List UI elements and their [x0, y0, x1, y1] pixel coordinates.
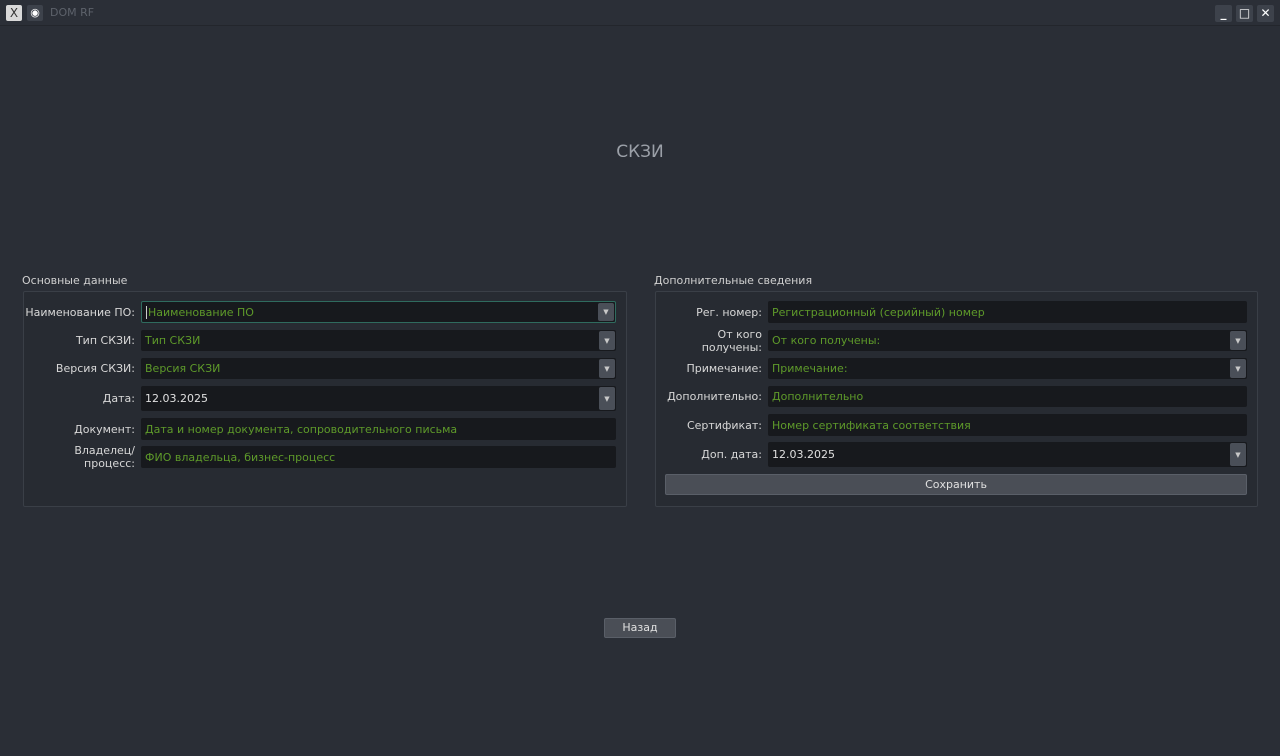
text-field[interactable]: Дата и номер документа, сопроводительног…: [141, 418, 616, 440]
field-value: 12.03.2025: [145, 392, 208, 405]
form-row: Версия СКЗИ: Версия СКЗИ ▼: [24, 358, 616, 379]
close-button[interactable]: ✕: [1257, 5, 1274, 22]
form-row: Документ: Дата и номер документа, сопров…: [24, 418, 616, 440]
field-label: От кого получены:: [701, 327, 762, 354]
back-button[interactable]: Назад: [604, 618, 676, 638]
form-row: Доп. дата: 12.03.2025 ▼: [656, 442, 1247, 467]
chevron-down-icon[interactable]: ▼: [599, 359, 615, 378]
field-value: 12.03.2025: [772, 448, 835, 461]
text-field[interactable]: ФИО владельца, бизнес-процесс: [141, 446, 616, 468]
combo-field[interactable]: От кого получены: ▼: [768, 330, 1247, 351]
field-label: Версия СКЗИ:: [55, 362, 135, 375]
field-value: Примечание:: [772, 362, 848, 375]
field-label: Наименование ПО:: [25, 305, 135, 319]
app-x-icon: X: [6, 5, 22, 21]
form-row: Тип СКЗИ: Тип СКЗИ ▼: [24, 330, 616, 351]
chevron-down-icon[interactable]: ▼: [1230, 359, 1246, 378]
chevron-down-icon[interactable]: ▼: [599, 331, 615, 350]
field-value: От кого получены:: [772, 334, 881, 347]
field-label: Дополнительно:: [667, 390, 762, 403]
combo-field[interactable]: Наименование ПО ▼: [141, 301, 616, 323]
minimize-button[interactable]: _: [1215, 5, 1232, 22]
extra-info-group-title: Дополнительные сведения: [654, 274, 813, 287]
combo-field[interactable]: Версия СКЗИ ▼: [141, 358, 616, 379]
title-bar: X ◉ DOM RF _ □ ✕: [0, 0, 1280, 26]
field-label: Сертификат:: [686, 418, 762, 432]
window-menu-icon[interactable]: ◉: [27, 5, 43, 21]
field-value: Дополнительно: [772, 390, 864, 403]
field-value: Тип СКЗИ: [145, 334, 201, 347]
form-row: Сертификат: Номер сертификата соответств…: [656, 414, 1247, 436]
chevron-down-icon[interactable]: ▼: [1230, 331, 1246, 350]
window-title: DOM RF: [50, 6, 95, 19]
field-label: Примечание:: [686, 362, 762, 375]
field-label: Дата:: [102, 392, 135, 405]
field-value: ФИО владельца, бизнес-процесс: [145, 450, 336, 464]
page-title: СКЗИ: [616, 142, 664, 162]
field-value: Регистрационный (серийный) номер: [772, 305, 985, 319]
text-field[interactable]: Номер сертификата соответствия: [768, 414, 1247, 436]
form-row: Наименование ПО: Наименование ПО ▼: [24, 301, 616, 323]
chevron-down-icon[interactable]: ▼: [599, 387, 615, 410]
field-label: Владелец/процесс:: [74, 444, 135, 470]
main-data-group-title: Основные данные: [22, 274, 128, 287]
maximize-button[interactable]: □: [1236, 5, 1253, 22]
text-caret: [146, 305, 147, 319]
field-value: Дата и номер документа, сопроводительног…: [145, 422, 458, 436]
date-field[interactable]: 12.03.2025 ▼: [141, 386, 616, 411]
chevron-down-icon[interactable]: ▼: [598, 303, 614, 321]
form-row: Дополнительно: Дополнительно: [656, 386, 1247, 407]
form-row: Рег. номер: Регистрационный (серийный) н…: [656, 301, 1247, 323]
form-row: От кого получены: От кого получены: ▼: [656, 327, 1247, 354]
chevron-down-icon[interactable]: ▼: [1230, 443, 1246, 466]
combo-field[interactable]: Примечание: ▼: [768, 358, 1247, 379]
form-row: Примечание: Примечание: ▼: [656, 358, 1247, 379]
field-label: Документ:: [74, 422, 135, 436]
field-label: Рег. номер:: [696, 305, 762, 319]
field-value: Наименование ПО: [148, 305, 254, 319]
form-row: Владелец/процесс: ФИО владельца, бизнес-…: [24, 444, 616, 470]
field-value: Номер сертификата соответствия: [772, 418, 971, 432]
text-field[interactable]: Регистрационный (серийный) номер: [768, 301, 1247, 323]
date-field[interactable]: 12.03.2025 ▼: [768, 442, 1247, 467]
combo-field[interactable]: Тип СКЗИ ▼: [141, 330, 616, 351]
save-button[interactable]: Сохранить: [665, 474, 1247, 495]
text-field[interactable]: Дополнительно: [768, 386, 1247, 407]
field-label: Тип СКЗИ:: [75, 334, 135, 347]
field-value: Версия СКЗИ: [145, 362, 221, 375]
form-row: Дата: 12.03.2025 ▼: [24, 386, 616, 411]
field-label: Доп. дата:: [701, 448, 762, 461]
